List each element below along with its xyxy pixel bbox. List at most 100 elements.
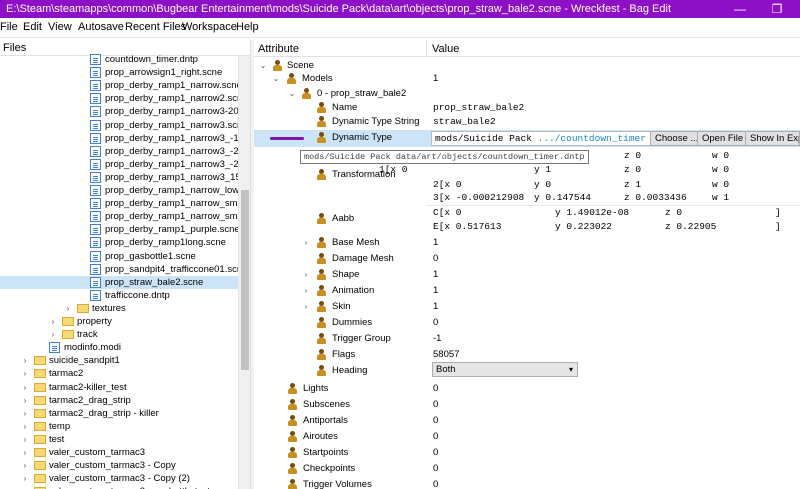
chevron-right-icon[interactable]: › xyxy=(20,381,30,394)
row-models[interactable]: ⌄ Models 1 xyxy=(254,71,800,87)
menu-view[interactable]: View xyxy=(48,21,72,33)
folder-item[interactable]: › tarmac2_drag_strip xyxy=(0,394,240,407)
dynamic-type-field[interactable]: mods/Suicide Pack .../countdown_timer xyxy=(431,131,653,146)
chevron-right-icon[interactable]: › xyxy=(48,328,58,341)
transformation-r3-y[interactable]: y 0.147544 xyxy=(534,192,591,203)
chevron-right-icon[interactable]: › xyxy=(20,407,30,420)
attribute-value[interactable]: 1 xyxy=(433,283,438,299)
menu-autosave[interactable]: Autosave xyxy=(78,21,124,33)
file-item[interactable]: prop_derby_ramp1_narrow3-20... xyxy=(0,105,247,118)
attribute-value[interactable]: 0 xyxy=(433,461,438,477)
file-item[interactable]: prop_derby_ramp1_narrow_sma... xyxy=(0,210,250,223)
transformation-r3-z[interactable]: z 0.0033436 xyxy=(624,192,687,203)
file-item[interactable]: prop_derby_ramp1_narrow3_-2... xyxy=(0,158,247,171)
folder-item[interactable]: › valer_custom_tarmac3 - Copy xyxy=(0,459,240,472)
row-damage-mesh[interactable]: Damage Mesh 0 xyxy=(254,251,800,267)
row-trigger-group[interactable]: Trigger Group -1 xyxy=(254,331,800,347)
maximize-button[interactable]: ❐ xyxy=(762,0,792,18)
open-file-button[interactable]: Open File xyxy=(697,131,749,146)
expand-arrow[interactable]: › xyxy=(301,283,311,299)
file-item[interactable]: prop_derby_ramp1_narrow3_-1... xyxy=(0,132,247,145)
file-item[interactable]: prop_arrowsign1_right.scne xyxy=(0,66,240,79)
menu-edit[interactable]: Edit xyxy=(23,21,42,33)
transformation-r1-w[interactable]: w 0 xyxy=(712,164,729,175)
transformation-r1-x[interactable]: 1[x 0 xyxy=(379,164,408,175)
file-item[interactable]: modinfo.modi xyxy=(0,341,240,354)
file-item[interactable]: prop_gasbottle1.scne xyxy=(0,250,240,263)
file-item[interactable]: prop_straw_bale2.scne xyxy=(0,275,240,289)
expand-arrow[interactable]: › xyxy=(301,299,311,315)
attribute-value[interactable]: straw_bale2 xyxy=(433,114,496,130)
row-base-mesh[interactable]: › Base Mesh 1 xyxy=(254,235,800,251)
file-item[interactable]: prop_derby_ramp1_purple.scne xyxy=(0,223,240,236)
attribute-value[interactable]: 58057 xyxy=(433,347,459,363)
folder-item[interactable]: › suicide_sandpit1 xyxy=(0,354,240,367)
transformation-r2-x[interactable]: 2[x 0 xyxy=(433,179,462,190)
row-animation[interactable]: › Animation 1 xyxy=(254,283,800,299)
attribute-column-header[interactable]: Attribute xyxy=(258,43,299,55)
file-item[interactable]: prop_derby_ramp1_narrow3_-2... xyxy=(0,145,247,158)
chevron-right-icon[interactable]: › xyxy=(20,367,30,380)
chevron-right-icon[interactable]: › xyxy=(20,420,30,433)
transformation-r2-w[interactable]: w 0 xyxy=(712,179,729,190)
folder-item[interactable]: › track xyxy=(0,328,240,341)
folder-item[interactable]: › textures xyxy=(0,302,240,315)
show-in-explorer-button[interactable]: Show In Explo xyxy=(745,131,800,146)
expand-arrow[interactable]: › xyxy=(301,267,311,283)
menu-help[interactable]: Help xyxy=(236,21,259,33)
file-item[interactable]: prop_derby_ramp1_narrow3_15... xyxy=(0,171,249,184)
row-dynamic-type-string[interactable]: Dynamic Type String straw_bale2 xyxy=(254,114,800,130)
row-antiportals[interactable]: Antiportals 0 xyxy=(254,413,800,429)
attribute-value[interactable]: 0 xyxy=(433,477,438,489)
chevron-right-icon[interactable]: › xyxy=(20,485,30,489)
transformation-r3-x[interactable]: 3[x -0.000212908 xyxy=(433,192,524,203)
row-subscenes[interactable]: Subscenes 0 xyxy=(254,397,800,413)
chevron-right-icon[interactable]: › xyxy=(20,446,30,459)
expand-arrow[interactable]: ⌄ xyxy=(271,71,281,87)
value-column-header[interactable]: Value xyxy=(432,43,459,55)
folder-item[interactable]: › valer_custom_tarmac3 - Copy (2) xyxy=(0,472,240,485)
attribute-value[interactable]: 0 xyxy=(433,397,438,413)
row-airoutes[interactable]: Airoutes 0 xyxy=(254,429,800,445)
transformation-r1-z[interactable]: z 0 xyxy=(624,164,641,175)
folder-item[interactable]: › valer_custom_tarmac3 xyxy=(0,446,240,459)
file-item[interactable]: prop_derby_ramp1_narrow_sma... xyxy=(0,197,250,210)
chevron-right-icon[interactable]: › xyxy=(20,354,30,367)
transformation-r2-y[interactable]: y 0 xyxy=(534,179,551,190)
choose-button[interactable]: Choose ... xyxy=(650,131,704,146)
folder-item[interactable]: › property xyxy=(0,315,240,328)
attribute-value[interactable]: 1 xyxy=(433,235,438,251)
row-flags[interactable]: Flags 58057 xyxy=(254,347,800,363)
chevron-right-icon[interactable]: › xyxy=(20,394,30,407)
folder-item[interactable]: › test xyxy=(0,433,240,446)
transformation-r3-w[interactable]: w 1 xyxy=(712,192,729,203)
aabb-c-x[interactable]: C[x 0 xyxy=(433,207,462,218)
folder-item[interactable]: › valer_custom_tarmac3 - gasbottle test xyxy=(0,485,240,489)
file-item[interactable]: prop_derby_ramp1_narrow3.scne xyxy=(0,119,248,132)
attribute-value[interactable]: 1 xyxy=(433,299,438,315)
transformation-r2-z[interactable]: z 1 xyxy=(624,179,641,190)
attribute-value[interactable]: 1 xyxy=(433,267,438,283)
row-aabb[interactable]: Aabb xyxy=(254,211,800,227)
aabb-e-x[interactable]: E[x 0.517613 xyxy=(433,221,501,232)
attribute-value[interactable]: 1 xyxy=(433,71,438,87)
files-scrollbar-thumb[interactable] xyxy=(241,190,249,370)
file-item[interactable]: prop_sandpit4_trafficcone01.scne xyxy=(0,263,247,276)
file-item[interactable]: prop_derby_ramp1_narrow2.scne xyxy=(0,92,248,105)
chevron-right-icon[interactable]: › xyxy=(20,433,30,446)
file-item[interactable]: countdown_timer.dntp xyxy=(0,53,240,66)
attribute-value[interactable]: -1 xyxy=(433,331,441,347)
aabb-e-y[interactable]: y 0.223022 xyxy=(555,221,612,232)
menu-file[interactable]: File xyxy=(0,21,18,33)
chevron-right-icon[interactable]: › xyxy=(20,472,30,485)
file-item[interactable]: prop_derby_ramp1_narrow.scne xyxy=(0,79,242,92)
attribute-value[interactable]: 0 xyxy=(433,413,438,429)
folder-item[interactable]: › tarmac2 xyxy=(0,367,240,380)
row-trigger-volumes[interactable]: Trigger Volumes 0 xyxy=(254,477,800,489)
attribute-value[interactable]: 0 xyxy=(433,445,438,461)
minimize-button[interactable]: — xyxy=(725,0,755,18)
file-item[interactable]: prop_derby_ramp1long.scne xyxy=(0,236,240,249)
file-item[interactable]: trafficcone.dntp xyxy=(0,289,240,302)
row-checkpoints[interactable]: Checkpoints 0 xyxy=(254,461,800,477)
files-scrollbar[interactable] xyxy=(238,56,250,489)
